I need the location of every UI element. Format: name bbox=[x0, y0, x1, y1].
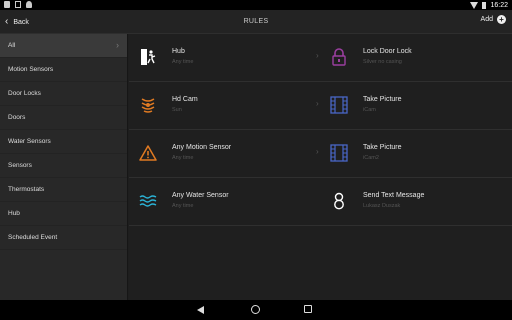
status-bar: 16:22 bbox=[0, 0, 512, 10]
rule-subtitle: Silver no casing bbox=[363, 59, 402, 65]
sidebar-item-label: Door Locks bbox=[8, 90, 41, 97]
rule-subtitle: Any time bbox=[172, 59, 194, 65]
add-rule-button[interactable]: Add + bbox=[481, 15, 506, 24]
nav-recents-icon[interactable] bbox=[304, 305, 312, 313]
rule-subtitle: Any time bbox=[172, 203, 194, 209]
rule-action[interactable]: Lock Door Lock Silver no casing bbox=[320, 34, 511, 82]
sidebar-item-motion-sensors[interactable]: Motion Sensors bbox=[0, 58, 127, 82]
rule-subtitle: Sun bbox=[172, 107, 182, 113]
sidebar-item-label: Scheduled Event bbox=[8, 234, 58, 241]
rule-subtitle: Lukasz Duszak bbox=[363, 203, 401, 209]
rule-row[interactable]: Hub Any time › Lock Door Lock Silver no … bbox=[129, 34, 512, 82]
rule-name: Hub bbox=[172, 48, 185, 55]
sidebar-item-label: Motion Sensors bbox=[8, 66, 54, 73]
screenshot-icon bbox=[15, 1, 21, 8]
system-status: 16:22 bbox=[470, 0, 508, 10]
rules-list: Hub Any time › Lock Door Lock Silver no … bbox=[129, 34, 512, 300]
page-title: RULES bbox=[243, 18, 269, 25]
rule-row[interactable]: Hd Cam Sun › Take Picture iCam bbox=[129, 82, 512, 130]
chevron-right-icon: › bbox=[316, 147, 319, 156]
sidebar-item-label: All bbox=[8, 42, 16, 49]
sidebar-item-doors[interactable]: Doors bbox=[0, 106, 127, 130]
rule-action[interactable]: Take Picture iCam2 bbox=[320, 130, 511, 178]
chevron-right-icon: › bbox=[316, 99, 319, 108]
add-label: Add bbox=[480, 16, 493, 23]
sidebar-item-label: Sensors bbox=[8, 162, 32, 169]
rule-row[interactable]: Any Motion Sensor Any time › Take Pictur… bbox=[129, 130, 512, 178]
rule-trigger[interactable]: Any Motion Sensor Any time › bbox=[129, 130, 320, 178]
rule-subtitle: iCam bbox=[363, 107, 376, 113]
rule-subtitle: iCam2 bbox=[363, 155, 379, 161]
rule-name: Any Water Sensor bbox=[172, 192, 229, 199]
rule-name: Any Motion Sensor bbox=[172, 144, 232, 151]
sidebar-item-sensors[interactable]: Sensors bbox=[0, 154, 127, 178]
rule-row[interactable]: Any Water Sensor Any time Send Text Mess… bbox=[129, 178, 512, 226]
rule-name: Lock Door Lock bbox=[363, 48, 412, 55]
rule-name: Take Picture bbox=[363, 144, 402, 151]
sidebar-item-water-sensors[interactable]: Water Sensors bbox=[0, 130, 127, 154]
sidebar-item-label: Water Sensors bbox=[8, 138, 51, 145]
top-toolbar: ‹ Back RULES Add + bbox=[0, 10, 512, 34]
rule-action[interactable]: Send Text Message Lukasz Duszak bbox=[320, 178, 511, 226]
rule-name: Take Picture bbox=[363, 96, 402, 103]
sidebar-item-label: Thermostats bbox=[8, 186, 45, 193]
status-time: 16:22 bbox=[490, 1, 508, 9]
navigation-bar bbox=[0, 300, 512, 320]
film-strip-icon bbox=[330, 96, 348, 114]
sidebar-item-all[interactable]: All › bbox=[0, 34, 127, 58]
chevron-right-icon: › bbox=[316, 51, 319, 60]
water-waves-icon bbox=[139, 192, 157, 210]
nav-home-icon[interactable] bbox=[251, 305, 260, 314]
text-message-icon bbox=[330, 192, 348, 210]
rule-name: Send Text Message bbox=[363, 192, 425, 199]
motion-sensor-icon bbox=[139, 96, 157, 114]
sidebar-item-label: Doors bbox=[8, 114, 26, 121]
chevron-right-icon: › bbox=[116, 40, 119, 50]
nav-back-icon[interactable] bbox=[197, 306, 204, 314]
lock-icon bbox=[330, 48, 348, 66]
download-icon bbox=[4, 1, 10, 8]
warning-icon bbox=[139, 144, 157, 162]
battery-icon bbox=[482, 1, 487, 9]
plus-circle-icon: + bbox=[497, 15, 506, 24]
sidebar-item-thermostats[interactable]: Thermostats bbox=[0, 178, 127, 202]
notification-icons bbox=[4, 1, 32, 8]
sidebar: All › Motion Sensors Door Locks Doors Wa… bbox=[0, 34, 128, 300]
rule-trigger[interactable]: Any Water Sensor Any time bbox=[129, 178, 320, 226]
rule-action[interactable]: Take Picture iCam bbox=[320, 82, 511, 130]
rule-subtitle: Any time bbox=[172, 155, 194, 161]
rule-trigger[interactable]: Hub Any time › bbox=[129, 34, 320, 82]
sidebar-item-label: Hub bbox=[8, 210, 20, 217]
rule-trigger[interactable]: Hd Cam Sun › bbox=[129, 82, 320, 130]
sidebar-item-scheduled-event[interactable]: Scheduled Event bbox=[0, 226, 127, 250]
film-strip-icon bbox=[330, 144, 348, 162]
door-exit-icon bbox=[139, 48, 157, 66]
android-icon bbox=[26, 1, 32, 8]
rule-name: Hd Cam bbox=[172, 96, 198, 103]
sidebar-item-hub[interactable]: Hub bbox=[0, 202, 127, 226]
sidebar-item-door-locks[interactable]: Door Locks bbox=[0, 82, 127, 106]
wifi-icon bbox=[470, 1, 479, 9]
